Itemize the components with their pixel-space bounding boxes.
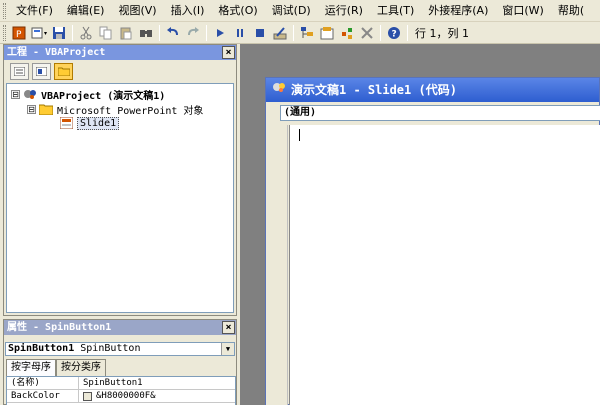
find-icon[interactable]: [136, 24, 156, 42]
tree-row-ppt-objects[interactable]: ⊟ Microsoft PowerPoint 对象: [27, 102, 204, 117]
view-object-icon[interactable]: [32, 62, 51, 80]
property-name: BackColor: [7, 390, 79, 402]
copy-icon[interactable]: [96, 24, 116, 42]
project-panel-close-button[interactable]: ×: [222, 46, 235, 59]
toolbar-separator: [72, 24, 73, 41]
menu-format[interactable]: 格式(O): [211, 1, 264, 21]
code-window: 演示文稿1 - Slide1 (代码) (通用): [265, 77, 600, 405]
tree-label-vbaproject: VBAProject (演示文稿1): [41, 90, 166, 102]
tab-alphabetic[interactable]: 按字母序: [6, 359, 56, 377]
object-combo-box[interactable]: (通用): [280, 105, 600, 121]
menu-insert[interactable]: 插入(I): [164, 1, 212, 21]
object-browser-icon[interactable]: [337, 24, 357, 42]
code-window-titlebar[interactable]: 演示文稿1 - Slide1 (代码): [266, 78, 599, 102]
properties-icon[interactable]: [317, 24, 337, 42]
code-margin-indicator-bar[interactable]: [266, 125, 288, 405]
property-row[interactable]: BackColor &H8000000F&: [7, 390, 235, 403]
project-panel-title[interactable]: 工程 - VBAProject ×: [4, 45, 236, 60]
slide-module-icon: [59, 117, 73, 129]
properties-panel: 属性 - SpinButton1 × SpinButton1 SpinButto…: [3, 319, 237, 405]
code-editor[interactable]: [289, 125, 600, 405]
menu-run[interactable]: 运行(R): [318, 1, 370, 21]
redo-icon[interactable]: [183, 24, 203, 42]
powerpoint-icon[interactable]: P: [9, 24, 29, 42]
toolbar-grip[interactable]: [3, 24, 6, 41]
project-explorer-panel: 工程 - VBAProject × ⊟ VBAProject (演示文稿1) ⊟…: [3, 44, 237, 316]
property-name: (名称): [7, 377, 79, 389]
vba-project-icon: [23, 88, 37, 100]
break-icon[interactable]: [230, 24, 250, 42]
design-mode-icon[interactable]: [270, 24, 290, 42]
properties-panel-title[interactable]: 属性 - SpinButton1 ×: [4, 320, 236, 335]
folder-icon: [39, 103, 53, 115]
toolbar-separator: [206, 24, 207, 41]
project-tree: ⊟ VBAProject (演示文稿1) ⊟ Microsoft PowerPo…: [6, 83, 234, 313]
toolbar-separator: [407, 24, 408, 41]
svg-text:P: P: [16, 30, 22, 40]
menu-help[interactable]: 帮助(: [551, 1, 591, 21]
menu-edit[interactable]: 编辑(E): [60, 1, 112, 21]
cut-icon[interactable]: [76, 24, 96, 42]
properties-grid: (名称) SpinButton1 BackColor &H8000000F&: [6, 376, 236, 405]
toolbar-separator: [159, 24, 160, 41]
menu-addins[interactable]: 外接程序(A): [421, 1, 495, 21]
vba-project-icon: [272, 78, 286, 102]
project-explorer-icon[interactable]: [297, 24, 317, 42]
reset-icon[interactable]: [250, 24, 270, 42]
properties-panel-title-text: 属性 - SpinButton1: [7, 322, 112, 333]
code-window-title: 演示文稿1 - Slide1 (代码): [291, 83, 457, 97]
chevron-down-icon[interactable]: ▼: [221, 343, 234, 355]
tree-row-slide1[interactable]: Slide1: [59, 116, 120, 130]
property-value-text: &H8000000F&: [96, 391, 156, 401]
run-icon[interactable]: [210, 24, 230, 42]
tree-row-vbaproject[interactable]: ⊟ VBAProject (演示文稿1): [11, 87, 166, 102]
color-swatch: [83, 391, 92, 401]
collapse-icon[interactable]: ⊟: [27, 104, 36, 114]
tree-label-ppt-objects: Microsoft PowerPoint 对象: [57, 105, 204, 117]
menubar-grip[interactable]: [3, 2, 6, 19]
watermark: www.cfan.com.cn: [458, 380, 587, 395]
tab-categorized[interactable]: 按分类序: [56, 359, 106, 376]
insert-userform-icon[interactable]: [29, 24, 49, 42]
object-selector-type: SpinButton: [80, 343, 141, 354]
toolbar-separator: [380, 24, 381, 41]
menu-tools[interactable]: 工具(T): [370, 1, 421, 21]
undo-icon[interactable]: [163, 24, 183, 42]
menu-view[interactable]: 视图(V): [111, 1, 163, 21]
properties-tabs: 按字母序 按分类序: [6, 359, 106, 377]
cursor-position-status: 行 1，列 1: [415, 26, 469, 40]
project-panel-toolbar: [4, 60, 236, 82]
menu-window[interactable]: 窗口(W): [495, 1, 550, 21]
help-icon[interactable]: ?: [384, 24, 404, 42]
menu-bar: 文件(F) 编辑(E) 视图(V) 插入(I) 格式(O) 调试(D) 运行(R…: [0, 0, 600, 22]
toggle-folders-icon[interactable]: [54, 62, 73, 80]
text-caret: [299, 129, 300, 141]
project-panel-title-text: 工程 - VBAProject: [7, 47, 106, 58]
object-selector-name: SpinButton1: [8, 343, 75, 354]
tree-label-slide1: Slide1: [77, 116, 120, 130]
menu-file[interactable]: 文件(F): [9, 1, 60, 21]
property-row[interactable]: (名称) SpinButton1: [7, 377, 235, 390]
view-code-icon[interactable]: [10, 62, 29, 80]
property-value[interactable]: SpinButton1: [79, 377, 143, 389]
svg-text:?: ?: [392, 29, 397, 39]
save-icon[interactable]: [49, 24, 69, 42]
menu-debug[interactable]: 调试(D): [265, 1, 318, 21]
collapse-icon[interactable]: ⊟: [11, 89, 20, 99]
object-selector-dropdown[interactable]: SpinButton1 SpinButton ▼: [5, 342, 235, 356]
properties-panel-close-button[interactable]: ×: [222, 321, 235, 334]
paste-icon[interactable]: [116, 24, 136, 42]
standard-toolbar: P ? 行 1，列 1: [0, 22, 600, 44]
property-value-color[interactable]: &H8000000F&: [79, 390, 156, 402]
toolbar-separator: [293, 24, 294, 41]
toolbox-icon[interactable]: [357, 24, 377, 42]
